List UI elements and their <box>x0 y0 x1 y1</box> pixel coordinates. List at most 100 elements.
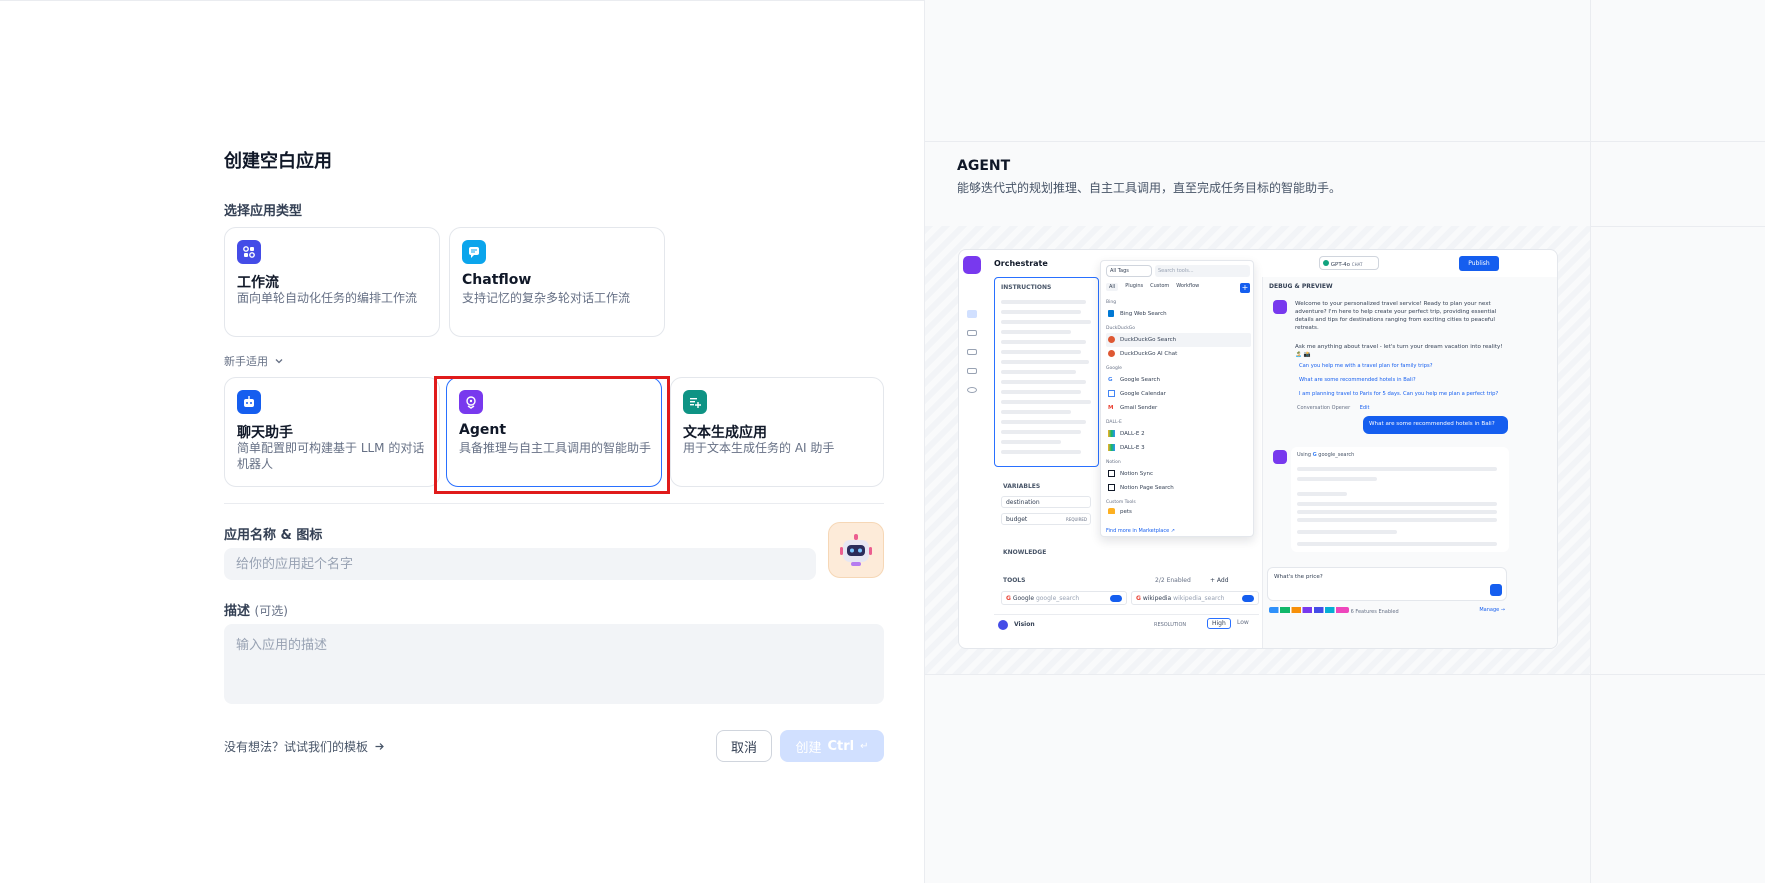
vision-row: Vision RESOLUTION High Low <box>994 614 1259 634</box>
required-badge: REQUIRED <box>1066 517 1087 522</box>
all-tags-label: All Tags <box>1110 268 1129 274</box>
create-shortcut: Ctrl <box>827 738 855 754</box>
type-desc: 简单配置即可构建基于 LLM 的对话机器人 <box>237 441 425 471</box>
dalle-icon <box>1108 444 1115 451</box>
tool-wikipedia: G wikipedia wikipedia_search <box>1131 591 1259 605</box>
tool-item: Notion Sync <box>1106 467 1251 481</box>
add-tool-button: + Add <box>1210 577 1229 584</box>
add-tool-plus-icon: + <box>1240 283 1250 293</box>
chevron-down-icon <box>275 359 283 364</box>
create-label: 创建 <box>795 740 822 756</box>
filter-tab: All <box>1106 283 1119 291</box>
opener-label: Conversation Opener <box>1297 405 1351 411</box>
knowledge-label: KNOWLEDGE <box>1003 549 1047 556</box>
tool-item-label: DuckDuckGo Search <box>1120 337 1177 343</box>
tool-item-label: Gmail Sender <box>1120 405 1158 411</box>
orchestrate-title: Orchestrate <box>994 259 1048 268</box>
variables-label: VARIABLES <box>1003 483 1041 490</box>
template-link-label: 没有想法？试试我们的模板 <box>224 740 369 754</box>
type-name: Chatflow <box>462 272 532 288</box>
publish-label: Publish <box>1468 260 1490 267</box>
chat-input: What's the price? <box>1267 567 1507 601</box>
create-app-panel: 创建空白应用 选择应用类型 工作流 面向单轮自动化任务的编排工作流 Chatfl… <box>0 0 924 883</box>
feature-icons <box>1269 607 1349 613</box>
variable-budget: budget REQUIRED <box>1001 513 1091 525</box>
manage-link: Manage → <box>1479 607 1505 613</box>
tool-item: DALL-E 2 <box>1106 427 1251 441</box>
tool-group-label: DALL-E <box>1106 420 1122 425</box>
tool-item-label: Google Calendar <box>1120 391 1166 397</box>
app-type-label: 选择应用类型 <box>224 204 303 219</box>
tool-item: DuckDuckGo AI Chat <box>1106 347 1251 361</box>
grid-line <box>925 674 1765 675</box>
tool-id: wikipedia_search <box>1173 595 1225 602</box>
arrow-right-icon <box>375 743 384 750</box>
beginner-toggle[interactable]: 新手适用 <box>224 353 284 369</box>
app-name-label: 应用名称 & 图标 <box>224 528 323 543</box>
text-generator-icon <box>683 390 707 414</box>
model-name: GPT-4o <box>1330 262 1351 268</box>
dalle-icon <box>1108 430 1115 437</box>
type-card-chatflow[interactable]: Chatflow 支持记忆的复杂多轮对话工作流 <box>449 227 665 337</box>
divider <box>224 503 884 504</box>
all-tags-select: All Tags <box>1106 265 1152 277</box>
tool-item-label: pets <box>1120 509 1132 514</box>
selection-highlight <box>434 376 670 494</box>
using-tool-name: google_search <box>1318 452 1355 458</box>
tool-item-label: Bing Web Search <box>1120 311 1167 317</box>
notion-icon <box>1108 470 1115 477</box>
grid-line <box>1590 0 1591 883</box>
duckduckgo-icon <box>1108 336 1115 343</box>
type-card-chatbot[interactable]: 聊天助手 简单配置即可构建基于 LLM 的对话机器人 <box>224 377 440 487</box>
app-icon-picker[interactable] <box>828 522 884 578</box>
bot-avatar <box>1273 450 1287 464</box>
type-name: 工作流 <box>237 275 279 291</box>
tool-item-label: DALL-E 3 <box>1120 445 1145 451</box>
model-icon <box>1323 260 1329 266</box>
model-selector: GPT-4o CHAT <box>1319 256 1379 270</box>
type-card-text-generator[interactable]: 文本生成应用 用于文本生成任务的 AI 助手 <box>670 377 884 487</box>
chat-input-text: What's the price? <box>1274 574 1323 580</box>
enter-key-icon: ↵ <box>860 740 869 752</box>
tool-item-label: Google Search <box>1120 377 1161 383</box>
variable-budget-name: budget <box>1006 516 1028 523</box>
create-button[interactable]: 创建 Ctrl ↵ <box>780 730 884 762</box>
suggestion-chip: I am planning travel to Paris for 5 days… <box>1299 391 1499 397</box>
publish-button: Publish <box>1459 256 1499 271</box>
debug-panel: DEBUG & PREVIEW Welcome to your personal… <box>1262 277 1557 648</box>
model-tag: CHAT <box>1351 262 1363 267</box>
features-row: 6 Features Enabled Manage → <box>1269 607 1505 615</box>
tool-item-label: DALL-E 2 <box>1120 431 1145 437</box>
send-icon <box>1490 584 1502 596</box>
instructions-box: INSTRUCTIONS <box>994 277 1099 467</box>
tools-label: TOOLS <box>1003 577 1026 584</box>
rail-icons <box>967 310 977 393</box>
tool-item: Google Calendar <box>1106 387 1251 401</box>
marketplace-link: Find more in Marketplace ↗ <box>1106 528 1175 534</box>
type-name: 聊天助手 <box>237 425 293 441</box>
tool-id: google_search <box>1035 595 1080 602</box>
google-icon: G <box>1312 452 1317 458</box>
debug-title: DEBUG & PREVIEW <box>1269 283 1333 290</box>
template-link[interactable]: 没有想法？试试我们的模板 <box>224 738 385 755</box>
using-tool: Using G google_search <box>1297 452 1354 458</box>
desc-optional: (可选) <box>254 604 288 618</box>
google-icon: G <box>1136 595 1141 602</box>
toggle-switch <box>1110 595 1122 602</box>
vision-label: Vision <box>1014 621 1035 628</box>
tool-group-label: Bing <box>1106 300 1117 305</box>
low-option: Low <box>1237 619 1249 626</box>
type-card-workflow[interactable]: 工作流 面向单轮自动化任务的编排工作流 <box>224 227 440 337</box>
filter-tabs: All Plugins Custom Workflow <box>1106 283 1199 291</box>
tool-group-label: Google <box>1106 366 1122 371</box>
tool-item-label: DuckDuckGo AI Chat <box>1120 351 1178 357</box>
cancel-button[interactable]: 取消 <box>716 730 772 762</box>
tool-list: Bing Bing Web Search DuckDuckGo DuckDuck… <box>1106 299 1251 514</box>
grid-line <box>925 141 1765 142</box>
app-name-input[interactable] <box>224 548 816 580</box>
resolution-label: RESOLUTION <box>1154 622 1187 628</box>
tool-search-input: Search tools... <box>1155 265 1250 277</box>
google-icon: G <box>1006 595 1011 602</box>
app-description-input[interactable] <box>224 624 884 704</box>
tool-group-label: Custom Tools <box>1106 500 1136 505</box>
